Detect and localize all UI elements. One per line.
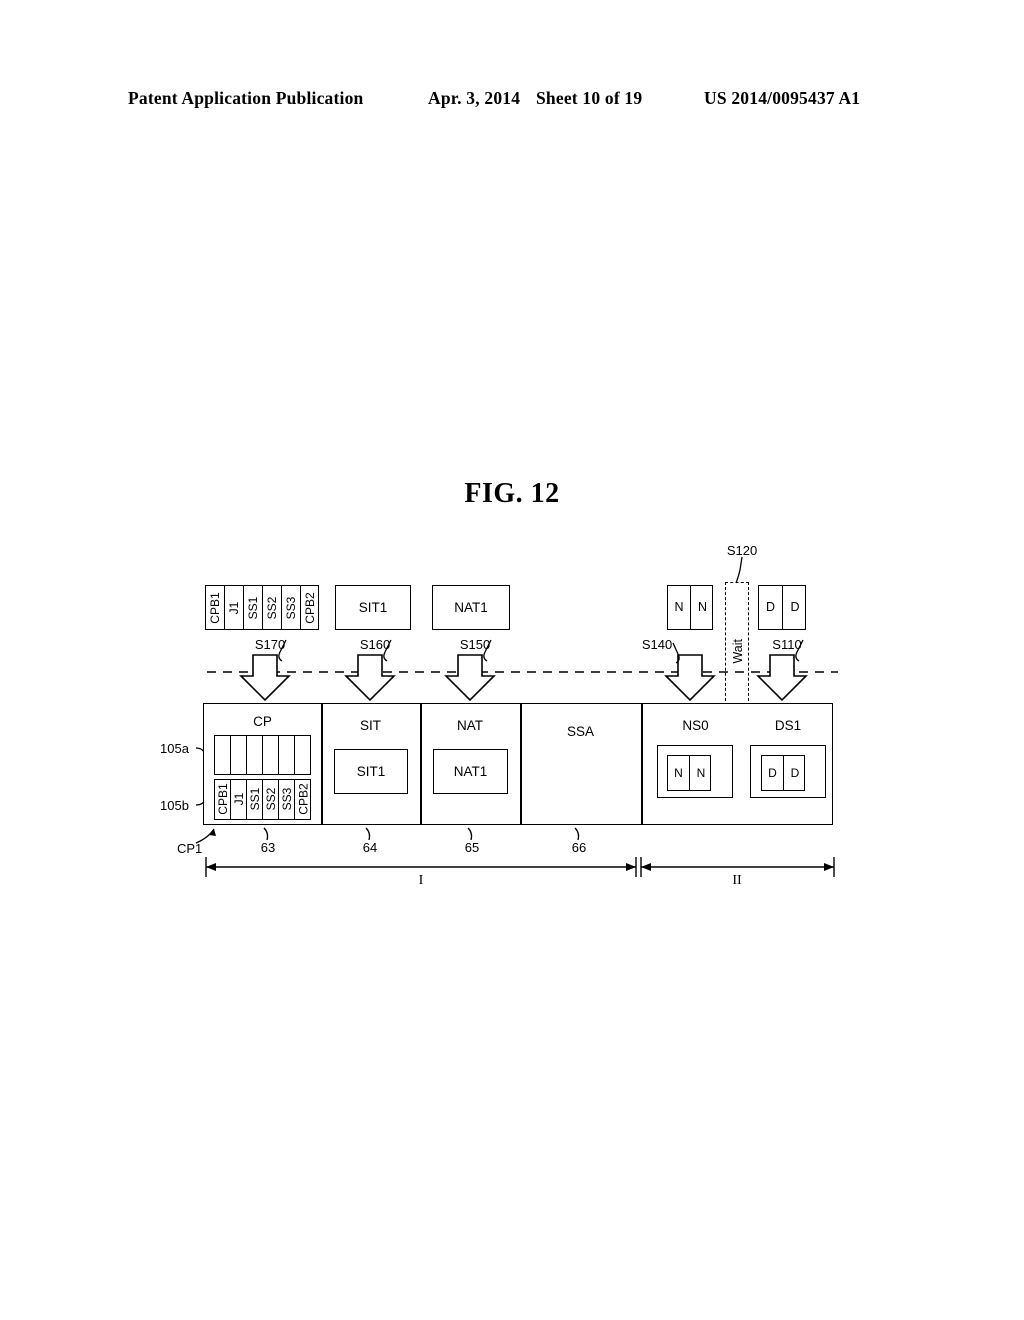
part-label-105a: 105a bbox=[160, 741, 189, 756]
cp-lower-seg-ss1: SS1 bbox=[247, 780, 263, 819]
step-arrows bbox=[239, 654, 808, 702]
figure-vector-overlay bbox=[195, 556, 838, 877]
top-n-box: N N bbox=[667, 585, 713, 630]
top-packet-segment-ss2: SS2 bbox=[263, 586, 282, 629]
ns0-cell-2: N bbox=[696, 766, 706, 780]
ds1-cell-2: D bbox=[790, 766, 800, 780]
ds1-outer-box: D D bbox=[750, 745, 826, 798]
main-pipeline-box: CP CPB1 J1 SS1 SS2 SS3 CPB2 SIT SIT1 NAT… bbox=[203, 703, 833, 825]
arrow-s140 bbox=[664, 654, 716, 702]
ns0-inner-box: N N bbox=[667, 755, 711, 791]
cell-title-sit: SIT bbox=[359, 718, 381, 733]
top-nat1-box: NAT1 bbox=[432, 585, 510, 630]
wait-label: Wait bbox=[730, 638, 745, 664]
step-label-s120: S120 bbox=[726, 543, 758, 558]
cp-upper-seg-1 bbox=[215, 736, 231, 774]
cp-lower-seg-ss2: SS2 bbox=[263, 780, 279, 819]
reference-number-66: 66 bbox=[571, 840, 587, 855]
top-sit1-label: SIT1 bbox=[358, 599, 388, 615]
span-label-two: II bbox=[732, 873, 742, 888]
arrow-s160 bbox=[344, 654, 396, 702]
sit-inner-label: SIT1 bbox=[356, 763, 386, 779]
top-sit1-box: SIT1 bbox=[335, 585, 411, 630]
cell-title-ssa: SSA bbox=[566, 724, 594, 739]
top-n-cell-2: N bbox=[697, 600, 708, 615]
arrow-s170 bbox=[239, 654, 291, 702]
ns0-cell-1: N bbox=[668, 756, 690, 790]
top-n-cell-1: N bbox=[668, 586, 691, 629]
sit-inner-box: SIT1 bbox=[334, 749, 408, 794]
cp-lower-segment-row: CPB1 J1 SS1 SS2 SS3 CPB2 bbox=[214, 779, 311, 820]
cp-lower-seg-cpb1: CPB1 bbox=[215, 780, 231, 819]
cp-upper-seg-2 bbox=[231, 736, 247, 774]
reference-number-63: 63 bbox=[260, 840, 276, 855]
top-packet-segment-cpb2: CPB2 bbox=[303, 592, 317, 624]
arrow-s110 bbox=[756, 654, 808, 702]
top-d-box: D D bbox=[758, 585, 806, 630]
figure-12-diagram: CPB1 J1 SS1 SS2 SS3 CPB2 SIT1 NAT1 N N W… bbox=[0, 0, 1024, 1320]
top-d-cell-2: D bbox=[790, 600, 800, 615]
cell-title-cp: CP bbox=[253, 714, 272, 729]
top-packet-segment-ss3: SS3 bbox=[282, 586, 301, 629]
step-label-s170: S170 bbox=[254, 637, 286, 652]
top-packet-segment-ss1: SS1 bbox=[244, 586, 263, 629]
ns0-outer-box: N N bbox=[657, 745, 733, 798]
cp-upper-seg-6 bbox=[295, 736, 312, 774]
reference-number-64: 64 bbox=[362, 840, 378, 855]
cell-title-nat: NAT bbox=[457, 718, 483, 733]
cell-title-ds1: DS1 bbox=[774, 718, 802, 733]
divider-nat-ssa bbox=[520, 704, 522, 824]
reference-number-65: 65 bbox=[464, 840, 480, 855]
divider-ssa-region2 bbox=[641, 704, 643, 824]
cp-lower-seg-ss3: SS3 bbox=[279, 780, 295, 819]
cp-lower-seg-j1: J1 bbox=[231, 780, 247, 819]
span-label-one: I bbox=[418, 873, 424, 888]
top-d-cell-1: D bbox=[759, 586, 783, 629]
arrow-s150 bbox=[444, 654, 496, 702]
step-label-s140: S140 bbox=[641, 637, 673, 652]
nat-inner-label: NAT1 bbox=[453, 763, 488, 779]
top-packet-box: CPB1 J1 SS1 SS2 SS3 CPB2 bbox=[205, 585, 319, 630]
step-label-s150: S150 bbox=[459, 637, 491, 652]
cp-upper-seg-4 bbox=[263, 736, 279, 774]
top-nat1-label: NAT1 bbox=[454, 599, 488, 615]
cp-upper-segment-row bbox=[214, 735, 311, 775]
wait-dashed-column: Wait bbox=[725, 582, 749, 706]
cell-title-ns0: NS0 bbox=[682, 718, 709, 733]
part-label-105b: 105b bbox=[160, 798, 189, 813]
cp-lower-seg-cpb2: CPB2 bbox=[296, 783, 311, 815]
part-label-cp1: CP1 bbox=[177, 841, 203, 856]
ds1-inner-box: D D bbox=[761, 755, 805, 791]
reference-leaders bbox=[263, 827, 580, 841]
nat-inner-box: NAT1 bbox=[433, 749, 508, 794]
cp-upper-seg-5 bbox=[279, 736, 295, 774]
step-label-s160: S160 bbox=[359, 637, 391, 652]
top-packet-segment-cpb1: CPB1 bbox=[206, 586, 225, 629]
cp-upper-seg-3 bbox=[247, 736, 263, 774]
ds1-cell-1: D bbox=[762, 756, 784, 790]
top-packet-segment-j1: J1 bbox=[225, 586, 244, 629]
step-label-s110: S110 bbox=[772, 637, 802, 652]
